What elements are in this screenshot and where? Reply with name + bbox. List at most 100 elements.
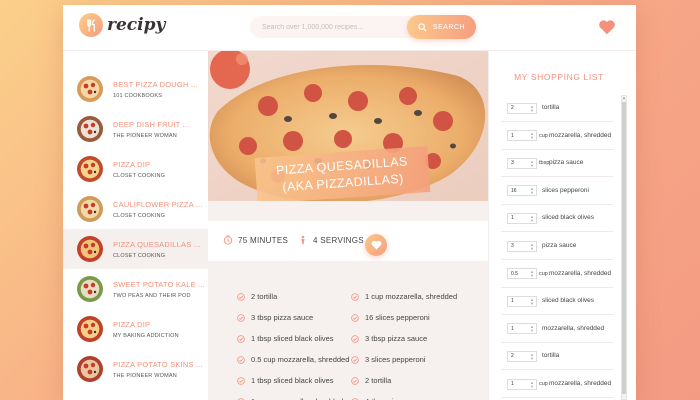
recipe-title-link[interactable]: PIZZA DIP [113,320,208,329]
shopping-list-item: 3 ▲ ▼ tbsp pizza sauce [501,150,613,178]
ingredient-item[interactable]: 16 slices pepperoni [351,313,430,322]
stepper-arrows-icon[interactable]: ▲ ▼ [530,104,534,113]
stepper-arrows-icon[interactable]: ▲ ▼ [530,270,534,278]
recipe-source: CLOSET COOKING [113,212,166,219]
check-icon [351,313,359,322]
shopping-list-item: 1 ▲ ▼ sliced black olives [501,205,613,233]
item-name: mozzarella, shredded [549,131,612,139]
ingredient-label: 16 slices pepperoni [365,313,430,322]
stepper-arrows-icon[interactable]: ▲ ▼ [530,132,534,140]
sidebar-recipe-item[interactable]: PIZZA POTATO SKINS ... THE PIONEER WOMAN [63,349,212,389]
ingredient-item[interactable]: 3 tbsp pizza sauce [237,313,313,322]
stepper-arrows-icon[interactable]: ▲ ▼ [530,352,534,361]
heart-icon[interactable] [598,19,616,35]
sidebar-recipe-item[interactable]: CAULIFLOWER PIZZA ... CLOSET COOKING [63,189,212,229]
stepper-arrows-icon[interactable]: ▲ ▼ [530,159,534,168]
quantity-value: 1 [511,325,514,332]
quantity-value: 2 [511,353,514,360]
recipe-title-link[interactable]: CAULIFLOWER PIZZA ... [113,200,208,209]
ingredient-item[interactable]: 1 cup mozzarella, shredded [351,292,457,301]
quantity-value: 1 [511,215,514,222]
check-icon [237,313,245,322]
shopping-list-title: MY SHOPPING LIST [514,72,604,82]
shopping-list-item: 1 ▲ ▼ cup mozzarella, shredded [501,123,613,150]
recipe-title-link[interactable]: DEEP DISH FRUIT ... [113,120,208,129]
quantity-stepper[interactable]: 1 ▲ ▼ [507,323,537,335]
shopping-list-item: 0.5 ▲ ▼ cup mozzarella, shredded [501,261,613,288]
quantity-stepper[interactable]: 1 ▲ ▼ [507,212,537,224]
check-icon [237,334,245,343]
quantity-stepper[interactable]: 2 ▲ ▼ [507,350,537,362]
search-button[interactable]: SEARCH [407,15,476,39]
recipe-title-link[interactable]: SWEET POTATO KALE ... [113,280,208,289]
scrollbar[interactable]: ▲ [621,95,627,400]
recipe-info-bar: 75 MINUTES 4 SERVINGS [208,221,488,261]
stepper-arrows-icon[interactable]: ▲ ▼ [530,325,534,333]
check-icon [237,376,245,385]
favorite-button[interactable] [365,234,387,256]
shopping-list-item: 1 ▲ ▼ sliced black olives [501,288,613,316]
person-icon [301,235,305,245]
sidebar-recipe-item[interactable]: PIZZA QUESADILLAS ... CLOSET COOKING [63,229,212,269]
shopping-list-item: 2 ▲ ▼ tortilla [501,343,613,371]
clock-icon [223,235,233,245]
ingredient-item[interactable]: 2 tortilla [237,292,277,301]
quantity-stepper[interactable]: 16 ▲ ▼ [507,185,537,197]
ingredient-item[interactable]: 1 tbsp sliced black olives [237,334,334,343]
ingredient-label: 0.5 cup mozzarella, shredded [251,355,350,364]
quantity-stepper[interactable]: 0.5 ▲ ▼ [507,268,537,280]
quantity-value: 3 [511,243,514,249]
sidebar-recipe-item[interactable]: BEST PIZZA DOUGH ... 101 COOKBOOKS [63,69,212,109]
quantity-value: 2 [511,105,514,111]
ingredients-list: 2 tortilla 3 tbsp pizza sauce 1 tbsp slice… [208,281,488,400]
cook-time: 75 MINUTES [223,235,288,245]
heart-icon [371,240,381,250]
sidebar-recipe-item[interactable]: DEEP DISH FRUIT ... THE PIONEER WOMAN [63,109,212,149]
shopping-list-item: 2 ▲ ▼ tortilla [501,95,613,122]
quantity-value: 0.5 [511,270,518,277]
stepper-arrows-icon[interactable]: ▲ ▼ [530,242,534,251]
cutlery-icon [79,13,103,37]
sidebar-recipe-item[interactable]: PIZZA DIP MY BAKING ADDICTION [63,309,212,349]
ingredient-item[interactable]: 3 slices pepperoni [351,355,425,364]
stepper-arrows-icon[interactable]: ▲ ▼ [530,380,534,389]
recipe-title-link[interactable]: PIZZA DIP [113,160,208,169]
ingredient-item[interactable]: 1 tbsp sliced black olives [237,376,334,385]
recipe-title-link[interactable]: PIZZA POTATO SKINS ... [113,360,208,369]
scroll-up-icon[interactable]: ▲ [622,96,626,100]
stepper-arrows-icon[interactable]: ▲ ▼ [530,187,534,195]
quantity-value: 1 [511,298,514,305]
ingredient-item[interactable]: 2 tortilla [351,376,391,385]
recipe-thumbnail [77,116,103,142]
stepper-arrows-icon[interactable]: ▲ ▼ [530,214,534,223]
item-name: tortilla [542,352,560,360]
sidebar-recipe-item[interactable]: PIZZA DIP CLOSET COOKING [63,149,212,189]
recipe-thumbnail [77,76,103,102]
recipe-thumbnail [77,276,103,302]
ingredient-label: 1 tbsp sliced black olives [251,334,334,343]
search-input[interactable] [250,16,413,38]
ingredient-item[interactable]: 3 tbsp pizza sauce [351,334,427,343]
scrollbar-thumb[interactable] [622,102,626,394]
quantity-value: 1 [511,132,514,139]
recipe-source: TWO PEAS AND THEIR POD [113,292,191,299]
stepper-arrows-icon[interactable]: ▲ ▼ [530,297,534,306]
ingredient-item[interactable]: 0.5 cup mozzarella, shredded [237,355,349,364]
quantity-stepper[interactable]: 1 ▲ ▼ [507,295,537,307]
check-icon [351,334,359,343]
logo[interactable]: recipy [79,13,165,37]
check-icon [351,355,359,364]
recipe-title-link[interactable]: PIZZA QUESADILLAS ... [113,240,208,249]
shopping-list-item: 1 ▲ ▼ mozzarella, shredded [501,316,613,343]
item-name: sliced black olives [542,297,595,305]
quantity-stepper[interactable]: 1 ▲ ▼ [507,378,537,390]
quantity-stepper[interactable]: 1 ▲ ▼ [507,130,537,142]
item-name: pizza sauce [542,242,577,249]
quantity-stepper[interactable]: 2 ▲ ▼ [507,102,537,114]
quantity-stepper[interactable]: 3 ▲ ▼ [507,240,537,252]
quantity-stepper[interactable]: 3 ▲ ▼ [507,157,537,169]
recipe-source: MY BAKING ADDICTION [113,332,179,339]
sidebar-recipe-item[interactable]: SWEET POTATO KALE ... TWO PEAS AND THEIR … [63,269,212,309]
recipe-title-link[interactable]: BEST PIZZA DOUGH ... [113,80,208,89]
unit-label: cup [539,132,548,139]
